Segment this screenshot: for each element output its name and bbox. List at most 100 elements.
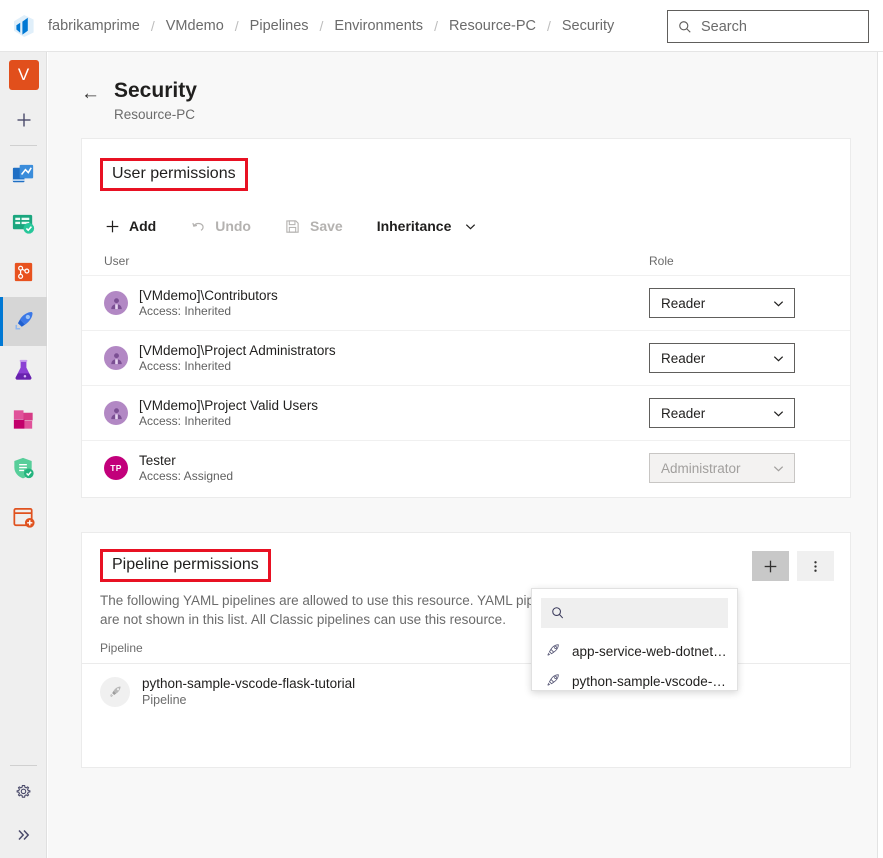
group-avatar-icon [104, 291, 128, 315]
pipeline-picker-search-input[interactable] [541, 598, 728, 628]
pipeline-subtitle: Pipeline [142, 693, 187, 707]
pipeline-picker-option[interactable]: python-sample-vscode-… [532, 666, 737, 696]
pipeline-picker-option[interactable]: app-service-web-dotnet… [532, 636, 737, 666]
sidebar-item-boards[interactable] [0, 199, 47, 248]
breadcrumb-item-project[interactable]: VMdemo [166, 18, 224, 34]
user-identity: TP Tester Access: Assigned [104, 453, 649, 483]
table-row[interactable]: [VMdemo]\Project Administrators Access: … [82, 330, 850, 385]
chevron-down-icon [462, 218, 478, 234]
more-vertical-icon [814, 560, 817, 572]
chevron-down-icon [773, 300, 784, 306]
pipeline-more-options-button[interactable] [797, 551, 834, 581]
role-value: Administrator [661, 460, 741, 476]
search-input[interactable]: Search [667, 10, 869, 43]
rail-divider-bottom [10, 765, 37, 766]
save-button-label: Save [309, 218, 343, 234]
rocket-icon [100, 676, 130, 707]
add-button-label: Add [129, 218, 157, 234]
shield-icon [14, 457, 34, 479]
sidebar-item-advanced-security[interactable] [0, 444, 47, 493]
inheritance-label: Inheritance [376, 218, 452, 234]
undo-button[interactable]: Undo [190, 218, 251, 234]
org-switcher[interactable]: V [0, 52, 47, 98]
undo-icon [190, 218, 206, 234]
main-content: ← Security Resource-PC User permissions … [48, 52, 877, 858]
search-placeholder: Search [701, 18, 747, 35]
breadcrumb: fabrikamprime / VMdemo / Pipelines / Env… [48, 0, 614, 52]
sidebar-item-test-plans[interactable] [0, 346, 47, 395]
table-row[interactable]: TP Tester Access: Assigned Administrator [82, 440, 850, 495]
role-cell: Reader [649, 288, 819, 318]
breadcrumb-item-pipelines[interactable]: Pipelines [250, 18, 309, 34]
artifacts-icon [13, 410, 33, 429]
inheritance-dropdown[interactable]: Inheritance [377, 218, 479, 234]
user-identity: [VMdemo]\Contributors Access: Inherited [104, 288, 649, 318]
sidebar-item-overview[interactable] [0, 150, 47, 199]
user-name: Tester [139, 453, 176, 468]
column-header-role: Role [649, 254, 674, 268]
user-identity-text: Tester Access: Assigned [139, 453, 233, 483]
right-edge-divider [877, 52, 878, 858]
save-button[interactable]: Save [285, 218, 343, 234]
chevron-down-icon [773, 465, 784, 471]
user-access: Access: Assigned [139, 469, 234, 483]
user-access: Access: Inherited [139, 414, 232, 428]
page-title: Security [114, 79, 197, 102]
role-dropdown: Administrator [649, 453, 795, 483]
pipeline-picker-option-label: app-service-web-dotnet… [572, 643, 727, 659]
breadcrumb-item-security[interactable]: Security [562, 18, 614, 34]
create-new-button[interactable] [0, 98, 47, 142]
breadcrumb-separator: / [434, 17, 438, 34]
table-row[interactable]: [VMdemo]\Contributors Access: Inherited … [82, 275, 850, 330]
overview-icon [12, 164, 34, 183]
gear-icon [16, 784, 31, 798]
role-value: Reader [661, 405, 706, 421]
rail-divider [9, 145, 37, 146]
user-identity-text: [VMdemo]\Project Valid Users Access: Inh… [139, 398, 318, 428]
user-access: Access: Inherited [139, 304, 232, 318]
sidebar-item-artifacts[interactable] [0, 395, 47, 444]
save-disk-icon [285, 218, 301, 234]
role-dropdown[interactable]: Reader [649, 343, 795, 373]
page-header: ← Security Resource-PC [48, 52, 877, 122]
user-permissions-card: User permissions Add Undo Save Inheritan… [81, 138, 851, 498]
user-access: Access: Inherited [139, 359, 232, 373]
page-subtitle: Resource-PC [114, 107, 196, 122]
user-permissions-title-wrap: User permissions [82, 139, 850, 191]
add-pipeline-button[interactable] [752, 551, 789, 581]
breadcrumb-item-environments[interactable]: Environments [334, 18, 423, 34]
double-chevron-right-icon [17, 829, 29, 841]
org-initial: V [8, 60, 39, 90]
pipeline-name: python-sample-vscode-flask-tutorial [142, 676, 356, 691]
undo-button-label: Undo [215, 218, 251, 234]
chevron-down-icon [773, 410, 784, 416]
sidebar-item-repos[interactable] [0, 248, 47, 297]
breadcrumb-separator: / [546, 17, 551, 34]
breadcrumb-separator: / [234, 17, 239, 34]
breadcrumb-item-resource[interactable]: Resource-PC [449, 18, 536, 34]
expand-rail-button[interactable] [0, 812, 47, 858]
rail-bottom-group [0, 762, 47, 858]
settings-button[interactable] [0, 770, 47, 812]
breadcrumb-item-org[interactable]: fabrikamprime [48, 18, 140, 34]
test-plans-flask-icon [15, 359, 32, 380]
pipeline-item-text: python-sample-vscode-flask-tutorial Pipe… [142, 676, 355, 707]
azure-devops-logo[interactable] [0, 0, 48, 52]
add-button[interactable]: Add [104, 218, 156, 234]
role-dropdown[interactable]: Reader [649, 288, 795, 318]
back-arrow-icon[interactable]: ← [81, 84, 100, 103]
role-dropdown[interactable]: Reader [649, 398, 795, 428]
avatar: TP [104, 456, 128, 480]
user-permissions-toolbar: Add Undo Save Inheritance [82, 205, 850, 247]
billing-icon [13, 507, 35, 528]
pipeline-permissions-actions [752, 551, 834, 581]
sidebar-item-pipelines[interactable] [0, 297, 47, 346]
user-name: [VMdemo]\Project Valid Users [139, 398, 319, 413]
breadcrumb-separator: / [150, 17, 155, 34]
pipelines-rocket-icon [15, 312, 33, 330]
user-table-header: User Role [82, 247, 850, 275]
user-identity: [VMdemo]\Project Administrators Access: … [104, 343, 649, 373]
table-row[interactable]: [VMdemo]\Project Valid Users Access: Inh… [82, 385, 850, 440]
sidebar-item-billing[interactable] [0, 493, 47, 542]
plus-icon [104, 218, 120, 234]
